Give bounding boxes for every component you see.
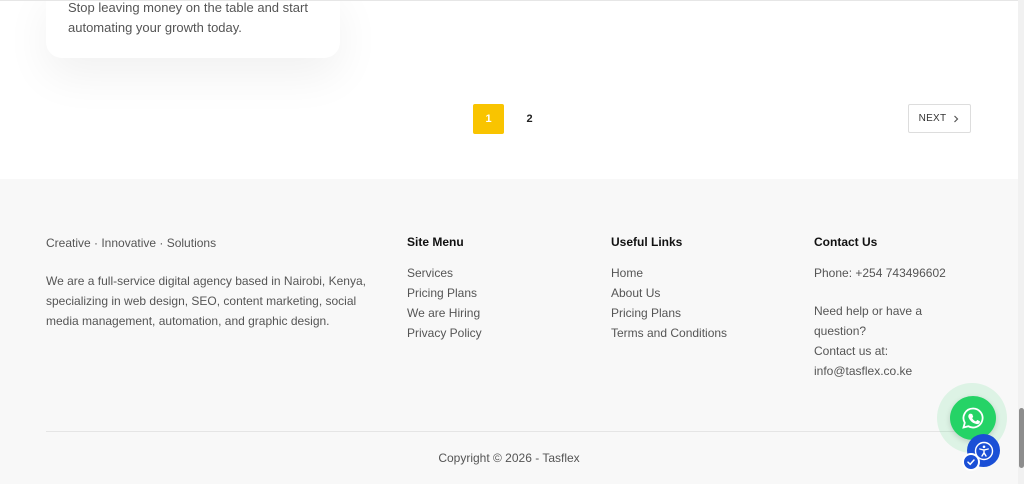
footer-divider: [46, 431, 972, 432]
footer-link-we-are-hiring[interactable]: We are Hiring: [407, 303, 482, 323]
footer-link-terms[interactable]: Terms and Conditions: [611, 323, 727, 343]
footer-link-pricing-plans[interactable]: Pricing Plans: [407, 283, 482, 303]
footer-link-home[interactable]: Home: [611, 263, 727, 283]
contact-help-line-1: Need help or have a: [814, 304, 923, 318]
content-area: Stop leaving money on the table and star…: [0, 0, 1018, 180]
whatsapp-button[interactable]: [950, 396, 996, 440]
footer-about-text: We are a full-service digital agency bas…: [46, 274, 366, 328]
contact-phone[interactable]: Phone: +254 743496602: [814, 263, 946, 283]
useful-links-column: Useful Links Home About Us Pricing Plans…: [611, 235, 727, 343]
page-2-button[interactable]: 2: [514, 104, 545, 134]
scrollbar-thumb[interactable]: [1019, 408, 1024, 468]
contact-column: Contact Us Phone: +254 743496602 Need he…: [814, 235, 946, 381]
page-1-button[interactable]: 1: [473, 104, 504, 134]
accessibility-check-badge: [962, 453, 980, 471]
site-menu-column: Site Menu Services Pricing Plans We are …: [407, 235, 482, 343]
contact-title: Contact Us: [814, 235, 878, 249]
cta-card: Stop leaving money on the table and star…: [46, 0, 340, 58]
footer-link-pricing-plans-2[interactable]: Pricing Plans: [611, 303, 727, 323]
useful-links-title: Useful Links: [611, 235, 683, 249]
top-divider: [0, 0, 1024, 1]
chevron-right-icon: [954, 115, 959, 122]
contact-at-label: Contact us at:: [814, 344, 889, 358]
footer-link-about-us[interactable]: About Us: [611, 283, 727, 303]
footer-link-privacy-policy[interactable]: Privacy Policy: [407, 323, 482, 343]
copyright-text: Copyright © 2026 - Tasflex: [438, 451, 580, 465]
footer-tagline: Creative · Innovative · Solutions: [46, 236, 217, 250]
contact-email[interactable]: info@tasflex.co.ke: [814, 361, 946, 381]
site-footer: Creative · Innovative · Solutions We are…: [0, 179, 1018, 484]
site-menu-title: Site Menu: [407, 235, 464, 249]
whatsapp-icon: [962, 407, 984, 429]
check-icon: [967, 459, 975, 466]
next-page-button[interactable]: NEXT: [908, 104, 971, 133]
cta-card-text: Stop leaving money on the table and star…: [68, 0, 308, 35]
next-label: NEXT: [918, 113, 947, 124]
contact-help-line-2: question?: [814, 324, 867, 338]
footer-link-services[interactable]: Services: [407, 263, 482, 283]
